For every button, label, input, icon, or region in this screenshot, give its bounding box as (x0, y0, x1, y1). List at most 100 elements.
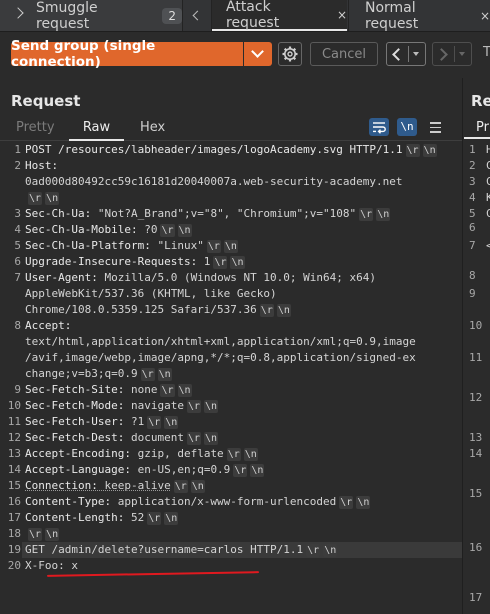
response-line[interactable]: H (486, 143, 490, 156)
request-editor[interactable]: 1 POST /resources/labheader/images/logoAc… (0, 141, 462, 614)
word-wrap-icon[interactable] (369, 118, 389, 136)
header-value: AppleWebKit/537.36 (KHTML, like Gecko) (25, 287, 277, 300)
request-line[interactable]: Accept: (25, 319, 71, 332)
response-panel-title: Re (471, 92, 490, 110)
request-line[interactable]: Upgrade-Insecure-Requests: 1 \r \n (25, 255, 245, 269)
target-label[interactable]: T (483, 45, 490, 60)
request-line[interactable]: User-Agent: Mozilla/5.0 (Windows NT 10.0… (25, 271, 376, 284)
chevron-right-icon (435, 48, 448, 61)
response-line[interactable]: C (486, 207, 490, 220)
response-editor[interactable]: 1 H 2 C 3 C 4 K 5 C 6 7 <8 9 10 11 12 13 14 15 16 17 (464, 141, 490, 614)
request-line[interactable]: X-Foo: x (25, 559, 78, 572)
cancel-button[interactable]: Cancel (310, 42, 378, 66)
tab-label: Attack request (226, 0, 280, 31)
chevron-down-icon[interactable] (12, 7, 24, 19)
button-separator (454, 46, 455, 62)
request-line[interactable]: 0ad000d80492cc59c16181d20040007a.web-sec… (25, 175, 403, 188)
crlf-marker: \n (204, 432, 219, 445)
response-line[interactable]: C (486, 159, 490, 172)
request-line[interactable]: \r \n (25, 527, 60, 541)
request-line[interactable]: Chrome/108.0.5359.125 Safari/537.36 \r \n (25, 303, 291, 317)
tab-hex[interactable]: Hex (140, 120, 165, 135)
crlf-marker: \n (204, 400, 219, 413)
response-line[interactable]: C (486, 175, 490, 188)
tab-label: Smuggle request (36, 0, 98, 32)
tab-bar: Smuggle request 2 Attack request × Norma… (0, 0, 490, 32)
header-value: 1 (197, 255, 211, 268)
request-line[interactable]: Sec-Fetch-Mode: navigate \r \n (25, 399, 219, 413)
response-line[interactable]: K (486, 191, 490, 204)
menu-icon[interactable] (430, 122, 441, 136)
crlf-marker: \r (359, 208, 374, 221)
tab-normal-request[interactable]: Normal request × (348, 0, 490, 32)
line-number: 17 (469, 591, 483, 604)
line-number: 13 (469, 431, 483, 444)
request-line[interactable]: Content-Length: 52 \r \n (25, 511, 179, 525)
request-line[interactable]: Sec-Ch-Ua-Platform: "Linux" \r \n (25, 239, 238, 253)
header-value: GET /admin/delete?username=carlos HTTP/1… (25, 543, 304, 556)
header-name: Content-Length: (25, 511, 125, 524)
send-group-button[interactable]: Send group (single connection) (11, 38, 243, 70)
crlf-marker: \n (164, 512, 179, 525)
line-number: 4 (14, 223, 21, 236)
request-line[interactable]: Sec-Fetch-User: ?1 \r \n (25, 415, 179, 429)
line-number: 16 (469, 541, 483, 554)
tab-pretty[interactable]: Pretty (16, 120, 55, 135)
crlf-marker: \r (339, 496, 354, 509)
crlf-marker: \r (28, 192, 43, 205)
line-number: 4 (469, 191, 476, 204)
header-value: 52 (124, 511, 145, 524)
request-line[interactable]: Host: (25, 159, 58, 172)
request-line[interactable]: Content-Type: application/x-www-form-url… (25, 495, 371, 509)
line-number: 20 (7, 559, 21, 572)
request-line[interactable]: /avif,image/webp,image/apng,*/*;q=0.8,ap… (25, 351, 416, 364)
history-forward-dropdown-icon[interactable] (459, 52, 465, 56)
header-value: document (124, 431, 184, 444)
line-number: 1 (469, 143, 476, 156)
close-icon[interactable]: × (337, 8, 347, 22)
line-number: 12 (7, 431, 21, 444)
tab-smuggle-request[interactable]: Smuggle request 2 (0, 0, 182, 32)
line-number: 9 (14, 383, 21, 396)
header-name: User-Agent: (25, 271, 98, 284)
send-options-dropdown[interactable] (244, 42, 272, 66)
header-value: X-Foo: x (25, 559, 78, 572)
request-line[interactable]: Accept-Language: en-US,en;q=0.9 \r \n (25, 463, 265, 477)
settings-button[interactable] (278, 42, 302, 66)
crlf-marker: \r (186, 432, 201, 445)
request-line[interactable]: Sec-Fetch-Dest: document \r \n (25, 431, 219, 445)
crlf-marker: \r (147, 416, 162, 429)
close-icon[interactable]: × (480, 9, 490, 23)
show-newlines-icon[interactable]: \n (397, 118, 417, 136)
history-forward-button[interactable] (432, 42, 472, 66)
scroll-tabs-left-button[interactable] (182, 0, 212, 31)
line-number: 10 (7, 399, 21, 412)
request-line[interactable]: AppleWebKit/537.36 (KHTML, like Gecko) (25, 287, 277, 300)
line-number: 11 (7, 415, 21, 428)
request-line[interactable]: Connection: keep-alive \r \n (25, 479, 205, 493)
request-line[interactable]: Sec-Ch-Ua-Mobile: ?0 \r \n (25, 223, 192, 237)
request-line[interactable]: POST /resources/labheader/images/logoAca… (25, 143, 437, 157)
chevron-left-icon (392, 48, 405, 61)
request-line[interactable]: text/html,application/xhtml+xml,applicat… (25, 335, 416, 348)
crlf-marker: \r (233, 464, 248, 477)
request-line[interactable]: GET /admin/delete?username=carlos HTTP/1… (25, 543, 338, 557)
crlf-marker: \r (140, 368, 155, 381)
tab-attack-request[interactable]: Attack request × (212, 0, 347, 31)
request-line[interactable]: Sec-Ch-Ua: "Not?A_Brand";v="8", "Chromiu… (25, 207, 391, 221)
request-line[interactable]: change;v=b3;q=0.9 \r \n (25, 367, 172, 381)
request-line[interactable]: Accept-Encoding: gzip, deflate \r \n (25, 447, 258, 461)
request-line[interactable]: Sec-Fetch-Site: none \r \n (25, 383, 192, 397)
tab-count-badge: 2 (162, 7, 182, 24)
history-back-dropdown-icon[interactable] (413, 52, 419, 56)
crlf-marker: \r (160, 224, 175, 237)
crlf-marker: \n (356, 496, 371, 509)
tab-raw[interactable]: Raw (69, 116, 124, 141)
crlf-marker: \n (276, 304, 291, 317)
request-line[interactable]: \r \n (25, 191, 60, 205)
history-back-button[interactable] (386, 42, 426, 66)
chevron-left-icon (192, 10, 202, 21)
panel-divider[interactable] (462, 78, 463, 614)
response-line[interactable]: < (486, 239, 490, 252)
response-tab-pretty[interactable]: Pr (464, 116, 490, 139)
